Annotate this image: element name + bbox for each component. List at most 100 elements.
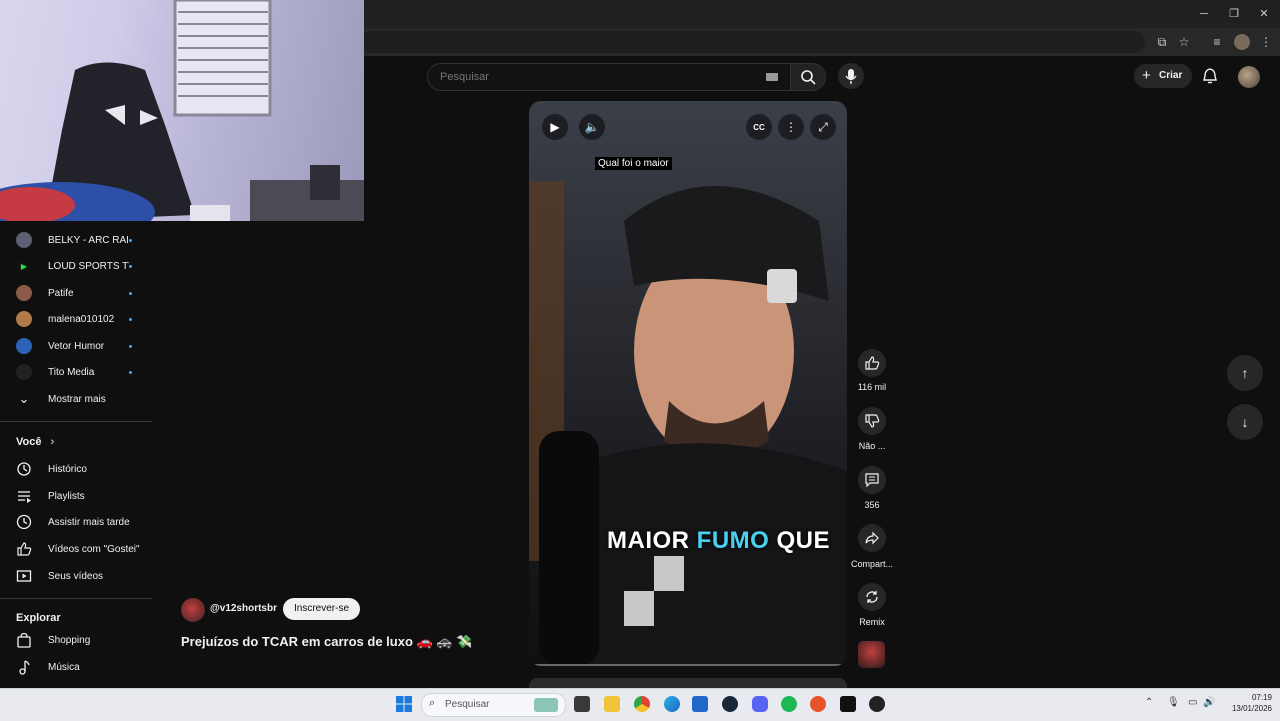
channel-name[interactable]: @v12shortsbr <box>210 603 277 614</box>
sidebar-item-label: Tito Media <box>48 366 95 378</box>
spotify-icon[interactable] <box>781 696 797 712</box>
sidebar-item-label: Shopping <box>48 634 91 646</box>
profile-avatar[interactable] <box>1234 34 1250 50</box>
share-label: Compart... <box>850 559 893 569</box>
search-input[interactable] <box>438 68 742 86</box>
steam-icon[interactable] <box>722 696 738 712</box>
browser-menu-icon[interactable]: ⋮ <box>1258 34 1274 50</box>
subscribe-button[interactable]: Inscrever-se <box>283 598 361 620</box>
sidebar-subscription-tito-media[interactable]: Tito Media <box>0 359 152 385</box>
next-short-button[interactable]: ↓ <box>1227 404 1263 440</box>
captions-button[interactable]: CC <box>746 114 772 140</box>
sidebar-item-watch-later[interactable]: Assistir mais tarde <box>0 509 152 535</box>
channel-avatar[interactable] <box>181 598 205 622</box>
outlook-icon[interactable] <box>692 696 708 712</box>
sidebar-item-label: BELKY - ARC RAI... <box>48 234 129 246</box>
dislike-label: Não ... <box>858 441 886 451</box>
sidebar-item-shopping[interactable]: Shopping <box>0 627 152 653</box>
windows-start-button[interactable] <box>396 696 412 712</box>
sidebar-subscription-vetor-humor[interactable]: Vetor Humor <box>0 333 152 359</box>
epic-games-icon[interactable] <box>840 696 856 712</box>
play-button[interactable]: ▶ <box>542 114 568 140</box>
chrome-icon[interactable] <box>634 696 650 712</box>
subtitle-word: QUE <box>776 527 831 554</box>
progress-bar[interactable] <box>533 664 843 666</box>
plus-icon: + <box>1142 67 1151 84</box>
minimize-button[interactable]: ─ <box>1195 6 1213 22</box>
taskbar-clock[interactable]: 07:19 13/01/2026 <box>1222 692 1272 714</box>
remix-icon <box>866 591 878 603</box>
thumbs-up-icon <box>865 356 880 370</box>
more-options-button[interactable]: ⋮ <box>778 114 804 140</box>
account-avatar[interactable] <box>1238 66 1260 88</box>
burned-in-subtitle: MAIOR FUMO QUE <box>607 527 830 555</box>
sidebar-divider <box>0 421 152 422</box>
sidebar-section-you[interactable]: Você › <box>16 436 54 448</box>
bookmark-star-icon[interactable]: ☆ <box>1176 34 1192 50</box>
clock-icon <box>16 514 32 530</box>
comment-icon <box>865 473 879 488</box>
channel-avatar <box>16 232 32 248</box>
file-explorer-icon[interactable] <box>604 696 620 712</box>
subtitle-word: MAIOR <box>607 527 690 554</box>
fullscreen-button[interactable]: ⤢ <box>810 114 836 140</box>
music-note-icon <box>16 659 32 675</box>
sidebar-subscription-patife[interactable]: Patife <box>0 280 152 306</box>
create-button[interactable]: + Criar <box>1134 64 1192 88</box>
new-content-dot <box>129 317 132 321</box>
short-video-player[interactable]: ▶ 🔈 CC ⋮ ⤢ Qual foi o maior MAIOR FUMO Q… <box>529 101 847 666</box>
playlist-icon <box>16 488 32 504</box>
remix-button[interactable] <box>858 583 886 611</box>
keyboard-icon[interactable] <box>766 73 778 81</box>
sidebar-item-liked-videos[interactable]: Vídeos com "Gostei" <box>0 536 152 562</box>
close-button[interactable]: ✕ <box>1255 6 1273 22</box>
sidebar-show-more[interactable]: ⌄ Mostrar mais <box>0 386 152 412</box>
address-bar[interactable] <box>360 31 1145 53</box>
install-app-icon[interactable]: ⧉ <box>1154 34 1170 50</box>
volume-button[interactable]: 🔈 <box>579 114 605 140</box>
section-title-label: Você <box>16 436 42 448</box>
edge-icon[interactable] <box>664 696 680 712</box>
origin-icon[interactable] <box>810 696 826 712</box>
sidebar-item-playlists[interactable]: Playlists <box>0 483 152 509</box>
discord-icon[interactable] <box>752 696 768 712</box>
speaker-icon[interactable]: 🔊 <box>1203 697 1215 708</box>
sidebar-item-label: Seus vídeos <box>48 570 104 582</box>
sidebar-subscription-malena[interactable]: malena010102 <box>0 306 152 332</box>
remix-label: Remix <box>859 617 885 627</box>
channel-avatar <box>16 285 32 301</box>
next-short-preview[interactable] <box>529 678 847 688</box>
game-launcher-icon[interactable] <box>869 696 885 712</box>
share-button[interactable] <box>858 524 886 552</box>
arrow-down-icon: ↓ <box>1241 414 1249 430</box>
chevron-up-icon[interactable]: ⌃ <box>1145 697 1153 708</box>
taskbar-search[interactable]: ⌕ Pesquisar <box>421 693 566 717</box>
new-content-dot <box>129 344 132 348</box>
sidebar-item-label: Vídeos com "Gostei" <box>48 543 140 555</box>
dislike-button[interactable] <box>858 407 886 435</box>
search-box[interactable] <box>427 63 792 91</box>
thumbs-down-icon <box>865 414 880 428</box>
previous-short-button[interactable]: ↑ <box>1227 355 1263 391</box>
maximize-button[interactable]: ❐ <box>1225 6 1243 22</box>
comments-button[interactable] <box>858 466 886 494</box>
sidebar-item-history[interactable]: Histórico <box>0 456 152 482</box>
media-control-icon[interactable]: ≡ <box>1209 34 1225 50</box>
video-title: Prejuízos do TCAR em carros de luxo 🚗 🚓 … <box>181 634 473 649</box>
sidebar-item-music[interactable]: Música <box>0 654 152 680</box>
network-icon[interactable]: ▭ <box>1188 697 1197 708</box>
voice-search-button[interactable] <box>838 63 864 89</box>
channel-avatar <box>16 364 32 380</box>
like-button[interactable] <box>858 349 886 377</box>
sidebar-item-your-videos[interactable]: Seus vídeos <box>0 563 152 589</box>
sidebar-subscription-belky[interactable]: BELKY - ARC RAI... <box>0 227 152 253</box>
notifications-button[interactable] <box>1201 67 1219 85</box>
channel-avatar <box>16 338 32 354</box>
sidebar-item-label: LOUD SPORTS TV <box>48 260 129 272</box>
search-button[interactable] <box>790 63 826 91</box>
sound-thumbnail[interactable] <box>858 641 885 668</box>
microphone-tray-icon[interactable]: 🎙 <box>1167 697 1180 708</box>
task-view-icon[interactable] <box>574 696 590 712</box>
sidebar-subscription-loud-sports[interactable]: ▶ LOUD SPORTS TV <box>0 253 152 279</box>
share-icon <box>865 531 879 545</box>
